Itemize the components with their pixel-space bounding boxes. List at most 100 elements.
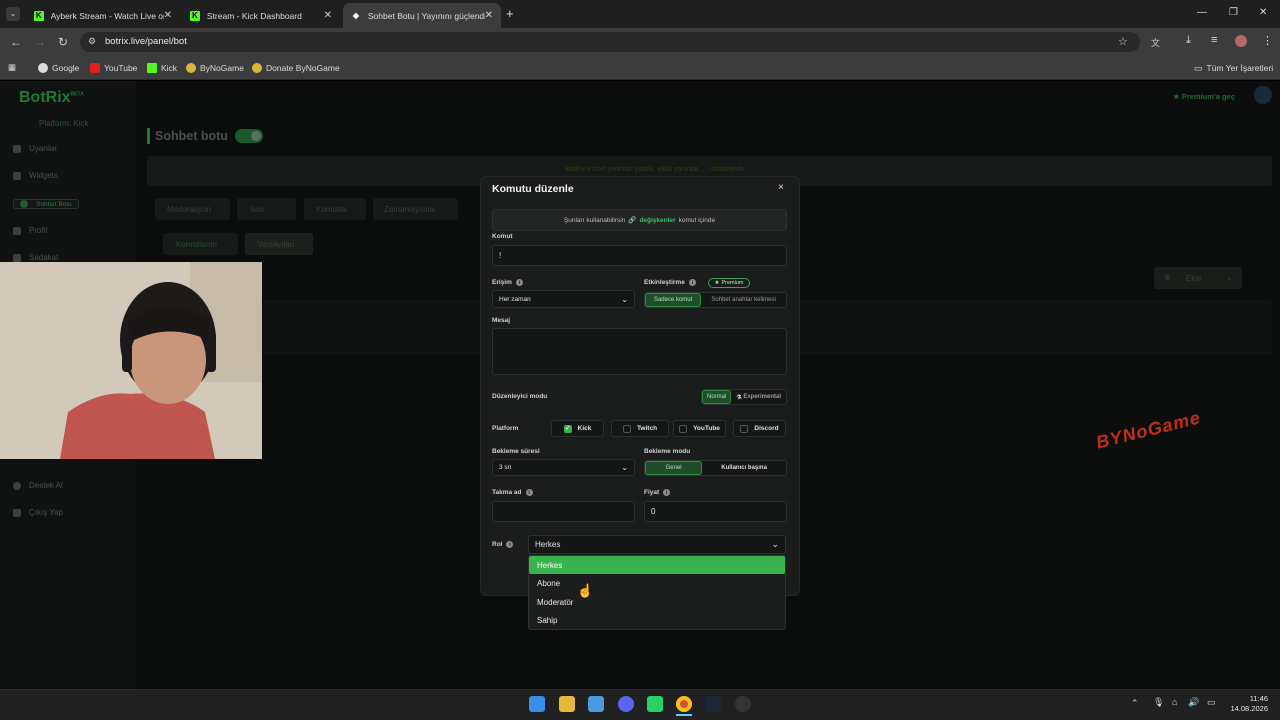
close-tab-icon[interactable]: ✕ [324,10,332,21]
command-input[interactable]: ! [492,245,787,266]
tab-kick-dashboard[interactable]: K Stream - Kick Dashboard ✕ [182,3,340,28]
sidebar-item-label: Widgets [29,171,58,180]
maximize-button[interactable]: ❐ [1229,7,1238,18]
cooldown-mode-per-user[interactable]: Kullanıcı başına [702,461,786,475]
sidebar-item-cikis-yap[interactable]: Çıkış Yap [13,508,63,517]
new-tab-button[interactable]: + [506,7,514,20]
chevron-up-icon[interactable]: ⌃ [1131,698,1139,709]
download-icon[interactable]: ⤓ [1186,34,1191,47]
access-label: Erişim i [492,279,523,286]
sidebar-item-label: Sadakat [29,253,59,262]
tab-isim[interactable] [237,198,296,220]
address-bar[interactable] [80,32,1140,52]
alias-input[interactable] [492,501,635,522]
activation-option-command[interactable]: Sadece komut [645,293,702,307]
sidebar-item-profil[interactable]: Profil [13,226,47,235]
info-icon[interactable]: i [525,489,533,496]
sidebar-item-widgets[interactable]: Widgets [13,171,58,180]
close-tab-icon[interactable]: ✕ [164,10,172,21]
platform-name: Kick [577,425,592,432]
logo-text: BotRix [19,89,71,106]
role-select[interactable]: Herkes ⌄ [528,535,786,554]
modal-title: Komutu düzenle [492,183,574,195]
platform-youtube[interactable]: YouTube [673,420,726,437]
all-bookmarks[interactable]: ▭ Tüm Yer İşaretleri [1194,62,1273,74]
volume-icon[interactable]: 🔊 [1188,697,1199,708]
whatsapp-icon[interactable] [647,696,663,712]
info-icon[interactable]: i [688,279,696,286]
platform-discord[interactable]: Discord [733,420,786,437]
profile-avatar[interactable] [1235,35,1247,47]
sidebar-item-uyarilar[interactable]: Uyarılar [13,144,57,153]
activation-option-keyword[interactable]: Sohbet anahtar kelimesi [701,293,786,307]
bookmark-bynogame[interactable]: ByNoGame [186,62,244,74]
bookmark-kick[interactable]: Kick [147,62,177,74]
variables-link[interactable]: değişkenler [639,217,675,224]
sidebar-item-destek-al[interactable]: Destek Al [13,481,63,490]
role-label: Rol i [492,541,514,548]
editor-mode-experimental[interactable]: ⚗ Experimental [731,390,786,404]
battery-icon[interactable]: ▭ [1207,697,1216,708]
user-avatar[interactable] [1254,86,1272,104]
discord-icon[interactable] [618,696,634,712]
clock-time: 11:46 [1249,694,1268,703]
cooldown-mode-general[interactable]: Genel [645,461,703,475]
sidebar-item-sohbet-botu[interactable]: Sohbet Botu [13,199,79,209]
sidebar-item-label: Profil [29,226,48,235]
close-window-button[interactable]: ✕ [1259,7,1267,18]
bookmark-youtube[interactable]: YouTube [90,62,137,74]
reload-icon[interactable]: ↻ [58,34,68,50]
store-icon[interactable] [588,696,604,712]
forward-icon[interactable]: → [34,34,46,50]
bookmark-google[interactable]: Google [38,62,79,74]
system-clock[interactable]: 11:46 14.08.2026 [1228,694,1268,714]
role-option-herkes[interactable]: Herkes [529,556,785,574]
bookmark-donate-bynogame[interactable]: Donate ByNoGame [252,62,340,74]
tab-title: Ayberk Stream - Watch Live on [50,10,164,21]
tab-sohbet-botu[interactable]: ◆ Sohbet Botu | Yayınını güçlendi ✕ [343,3,501,28]
message-textarea[interactable] [492,328,787,375]
link-icon: 🔗 [628,217,637,224]
price-input[interactable]: 0 [644,501,787,522]
chevron-down-icon[interactable]: ⌄ [1226,273,1233,282]
platform-twitch[interactable]: Twitch [611,420,669,437]
start-icon[interactable] [529,696,545,712]
info-icon[interactable]: i [515,279,523,286]
access-select[interactable]: Her zaman ⌄ [492,290,635,308]
info-icon[interactable]: i [506,541,514,548]
microphone-icon[interactable]: 🎙 [1153,697,1164,708]
cooldown-select[interactable]: 3 sn ⌄ [492,459,635,476]
translate-icon[interactable]: 文 [1151,36,1160,49]
price-label: Fiyat i [644,489,671,496]
bot-icon [20,200,28,208]
steam-icon[interactable] [705,696,721,712]
info-icon[interactable]: i [663,489,671,496]
price-label-text: Fiyat [644,489,660,496]
bookmark-label: ByNoGame [200,63,244,73]
role-option-abone[interactable]: Abone [529,574,785,592]
network-icon[interactable]: ⌂ [1172,697,1177,707]
tab-ayberk-stream[interactable]: K Ayberk Stream - Watch Live on ✕ [26,3,180,28]
back-icon[interactable]: ← [10,34,22,50]
chrome-icon[interactable] [676,696,692,712]
close-tab-icon[interactable]: ✕ [485,10,493,21]
premium-link[interactable]: ★ Premium'a geç [1173,92,1235,101]
platform-kick[interactable]: ✓ Kick [551,420,604,437]
sidebar-item-sadakat[interactable]: Sadakat [13,253,58,262]
role-option-sahip[interactable]: Sahip [529,611,785,629]
site-info-icon[interactable]: ⚙ [88,36,96,47]
close-icon[interactable]: × [778,182,784,193]
settings-icon[interactable] [735,696,751,712]
media-icon[interactable]: ≡ [1211,34,1217,46]
role-option-moderator[interactable]: Moderatör [529,593,785,611]
bot-toggle[interactable] [235,129,263,143]
apps-icon[interactable]: ▦ [8,61,16,73]
access-value: Her zaman [499,295,531,303]
bookmark-star-icon[interactable]: ☆ [1118,35,1128,48]
minimize-button[interactable]: — [1197,7,1207,18]
tab-search-icon[interactable]: ⌄ [6,7,20,21]
menu-icon[interactable]: ⋮ [1262,34,1273,47]
editor-mode-normal[interactable]: Normal [702,390,732,404]
tab-label: Komutlar [316,205,349,214]
file-explorer-icon[interactable] [559,696,575,712]
